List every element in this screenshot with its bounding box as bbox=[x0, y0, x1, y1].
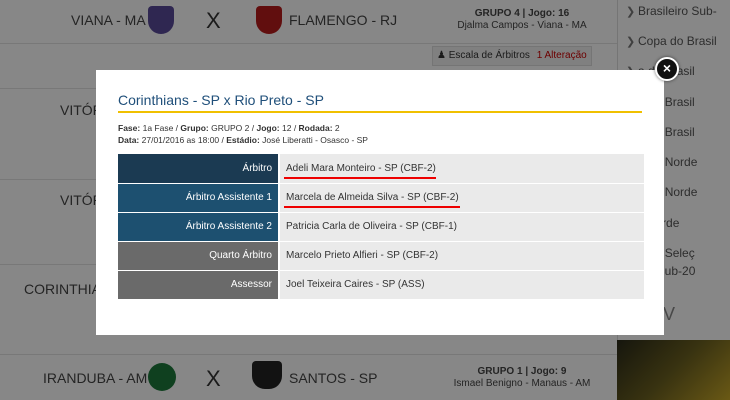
title-divider bbox=[118, 111, 642, 113]
official-row: Quarto Árbitro Marcelo Prieto Alfieri - … bbox=[118, 241, 644, 271]
match-date-line: Data: 27/01/2016 as 18:00 / Estádio: Jos… bbox=[118, 135, 368, 145]
modal-title: Corinthians - SP x Rio Preto - SP bbox=[118, 92, 324, 108]
official-row: Árbitro Adeli Mara Monteiro - SP (CBF-2) bbox=[118, 154, 644, 184]
referee-modal: Corinthians - SP x Rio Preto - SP Fase: … bbox=[96, 70, 664, 335]
close-icon[interactable]: × bbox=[655, 57, 679, 81]
official-row: Árbitro Assistente 1 Marcela de Almeida … bbox=[118, 183, 644, 213]
official-role: Árbitro Assistente 2 bbox=[118, 212, 280, 242]
red-underline bbox=[284, 176, 436, 179]
official-name: Patricia Carla de Oliveira - SP (CBF-1) bbox=[279, 212, 644, 242]
official-name: Marcela de Almeida Silva - SP (CBF-2) bbox=[279, 183, 644, 213]
official-name: Adeli Mara Monteiro - SP (CBF-2) bbox=[279, 154, 644, 184]
official-name: Marcelo Prieto Alfieri - SP (CBF-2) bbox=[279, 241, 644, 271]
official-role: Assessor bbox=[118, 270, 280, 300]
red-underline bbox=[284, 205, 460, 208]
officials-table: Árbitro Adeli Mara Monteiro - SP (CBF-2)… bbox=[118, 154, 644, 300]
official-row: Assessor Joel Teixeira Caires - SP (ASS) bbox=[118, 270, 644, 300]
official-role: Quarto Árbitro bbox=[118, 241, 280, 271]
official-row: Árbitro Assistente 2 Patricia Carla de O… bbox=[118, 212, 644, 242]
official-name: Joel Teixeira Caires - SP (ASS) bbox=[279, 270, 644, 300]
official-role: Árbitro bbox=[118, 154, 280, 184]
official-role: Árbitro Assistente 1 bbox=[118, 183, 280, 213]
match-meta-line: Fase: 1a Fase / Grupo: GRUPO 2 / Jogo: 1… bbox=[118, 123, 340, 133]
